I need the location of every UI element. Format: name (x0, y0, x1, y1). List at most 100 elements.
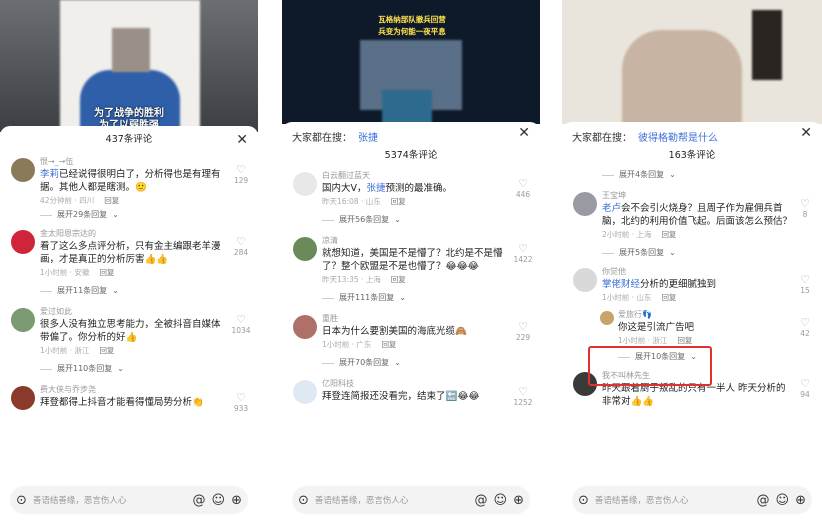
hot-search-query[interactable]: 张捷 (358, 129, 378, 144)
expand-replies[interactable]: 展开4条回复 ⌄ (562, 168, 822, 182)
expand-replies[interactable]: 展开111条回复 ⌄ (282, 291, 540, 305)
highlight-box (588, 346, 712, 386)
comment-author[interactable]: 金太阳恩宗达的 (40, 228, 228, 240)
at-icon[interactable]: @ (475, 493, 488, 508)
hot-search[interactable]: 大家都在搜： 张捷 ✕ (282, 122, 540, 144)
close-icon[interactable]: ✕ (236, 126, 248, 154)
like-button[interactable]: ♡ 284 (230, 236, 252, 258)
reply-button[interactable]: 回复 (661, 230, 676, 239)
reply-button[interactable]: 回复 (391, 275, 406, 284)
like-button[interactable]: ♡ 42 (794, 317, 816, 339)
comment-input-bar[interactable]: ⊙ 善语结善缘，恶言伤人心 @ ☺ ⊕ (292, 486, 530, 514)
emoji-icon[interactable]: ☺ (776, 493, 790, 508)
comment-author[interactable]: 爱旅行👣 (618, 309, 792, 321)
emoji-icon[interactable]: ☺ (494, 493, 508, 508)
reply-button[interactable]: 回复 (99, 346, 114, 355)
comment-text: 你这是引流广告吧 (618, 322, 695, 333)
avatar[interactable] (573, 268, 597, 292)
like-button[interactable]: ♡ 8 (794, 197, 816, 220)
expand-replies[interactable]: 展开70条回复 ⌄ (282, 356, 540, 370)
avatar[interactable] (11, 230, 35, 254)
video-frame[interactable]: 瓦格纳部队撤兵回营 兵变为何能一夜平息 (282, 0, 540, 124)
comment-author[interactable]: 恨→_→伍 (40, 156, 228, 168)
heart-icon: ♡ (800, 197, 810, 210)
at-icon[interactable]: @ (757, 493, 770, 508)
add-icon[interactable]: ⊕ (513, 493, 524, 508)
comment-item: 白云翻过蓝天 国内大V，张捷预测的最准确。 昨天16:08 · 山东 回复 ♡ 44… (282, 170, 540, 209)
add-icon[interactable]: ⊕ (231, 493, 242, 508)
expand-replies[interactable]: 展开110条回复 ⌄ (0, 362, 258, 376)
heart-icon: ♡ (236, 391, 246, 404)
comment-text: 拜登连简报还没看完，结束了🔚😂😂 (322, 391, 480, 402)
close-icon[interactable]: ✕ (518, 126, 530, 140)
mention-link[interactable]: 掌佬财经 (602, 279, 640, 290)
reply-button[interactable]: 回复 (99, 268, 114, 277)
comment-input[interactable]: 善语结善缘，恶言伤人心 (595, 494, 751, 506)
like-button[interactable]: ♡ 1252 (512, 386, 534, 408)
comment-sheet: 大家都在搜： 彼得格勒帮是什么 ✕ 163条评论 展开4条回复 ⌄ 王宝坤 老卢会不会… (562, 122, 822, 522)
hot-search-query[interactable]: 彼得格勒帮是什么 (638, 129, 718, 144)
reply-button[interactable]: 回复 (391, 197, 406, 206)
comment-author[interactable]: 亿阳科技 (322, 378, 510, 390)
camera-icon[interactable]: ⊙ (16, 493, 27, 508)
comment-text: ，才是真正的分析厉害👍👍 (49, 254, 169, 265)
avatar[interactable] (293, 237, 317, 261)
emoji-icon[interactable]: ☺ (212, 493, 226, 508)
comment-author[interactable]: 王宝坤 (602, 190, 792, 202)
comment-author[interactable]: 白云翻过蓝天 (322, 170, 510, 182)
avatar[interactable] (293, 380, 317, 404)
avatar[interactable] (293, 315, 317, 339)
comment-author[interactable]: 你觉他 (602, 266, 792, 278)
mention-link[interactable]: 老卢 (602, 203, 621, 214)
comment-input[interactable]: 善语结善缘，恶言伤人心 (33, 494, 187, 506)
comment-author[interactable]: 凉清 (322, 235, 510, 247)
like-button[interactable]: ♡ 933 (230, 391, 252, 414)
video-frame[interactable] (562, 0, 822, 124)
comment-meta: 1小时前 · 广东 (322, 340, 372, 349)
comment-input[interactable]: 善语结善缘，恶言伤人心 (315, 494, 469, 506)
mention-link[interactable]: 李莉 (40, 169, 59, 180)
video-frame[interactable]: 为了战争的胜利 为了以弱胜强 (0, 0, 258, 132)
like-button[interactable]: ♡ 446 (512, 178, 534, 200)
comment-text: 日本为什么要割美国的海底光缆🙈 (322, 326, 467, 337)
comment-author[interactable]: 爱过如此 (40, 306, 228, 318)
expand-replies-label: 展开5条回复 (619, 248, 665, 257)
camera-icon[interactable]: ⊙ (298, 493, 309, 508)
expand-replies[interactable]: 展开11条回复 ⌄ (0, 284, 258, 298)
comment-text: 会不会引火烧身？且周子作为雇佣兵首脑，北约的利用价值飞起。后面该怎么预估？ (602, 203, 793, 227)
like-button[interactable]: ♡ 15 (794, 274, 816, 296)
camera-icon[interactable]: ⊙ (578, 493, 589, 508)
avatar[interactable] (573, 192, 597, 216)
comment-text: 就想知道，美国是不是懵了？北约是不是懵了？整个欧盟是不是也懵了？😂😂😂 (322, 248, 503, 272)
add-icon[interactable]: ⊕ (795, 493, 806, 508)
like-button[interactable]: ♡ 94 (794, 378, 816, 400)
avatar[interactable] (11, 308, 35, 332)
like-button[interactable]: ♡ 129 (230, 164, 252, 186)
expand-replies[interactable]: 展开5条回复 ⌄ (562, 246, 822, 260)
like-button[interactable]: ♡ 1034 (230, 314, 252, 336)
comment-text: 已经说得很明白了，分析得也是有理有据。其他人都是瞎测。🙂 (40, 169, 221, 193)
at-icon[interactable]: @ (193, 493, 206, 508)
like-button[interactable]: ♡ 1422 (512, 243, 534, 265)
close-icon[interactable]: ✕ (800, 126, 812, 140)
hot-search[interactable]: 大家都在搜： 彼得格勒帮是什么 ✕ (562, 122, 822, 144)
reply-button[interactable]: 回复 (381, 340, 396, 349)
reply-button[interactable]: 回复 (677, 336, 692, 345)
comment-author[interactable]: 费大侠与乔步尧 (40, 384, 228, 396)
like-button[interactable]: ♡ 229 (512, 321, 534, 343)
avatar[interactable] (11, 158, 35, 182)
reply-button[interactable]: 回复 (661, 293, 676, 302)
expand-replies[interactable]: 展开29条回复 ⌄ (0, 208, 258, 222)
comment-input-bar[interactable]: ⊙ 善语结善缘，恶言伤人心 @ ☺ ⊕ (572, 486, 812, 514)
comment-item: 凉清 就想知道，美国是不是懵了？北约是不是懵了？整个欧盟是不是也懵了？😂😂😂 昨… (282, 235, 540, 287)
avatar[interactable] (600, 311, 614, 325)
mention-link[interactable]: 张捷 (367, 183, 386, 194)
comment-item: 恨→_→伍 李莉已经说得很明白了，分析得也是有理有据。其他人都是瞎测。🙂 42分… (0, 156, 258, 208)
avatar[interactable] (11, 386, 35, 410)
reply-button[interactable]: 回复 (104, 196, 119, 205)
avatar[interactable] (293, 172, 317, 196)
comment-input-bar[interactable]: ⊙ 善语结善缘，恶言伤人心 @ ☺ ⊕ (10, 486, 248, 514)
like-count: 229 (515, 333, 531, 342)
comment-author[interactable]: 重胜 (322, 313, 510, 325)
expand-replies[interactable]: 展开56条回复 ⌄ (282, 213, 540, 227)
